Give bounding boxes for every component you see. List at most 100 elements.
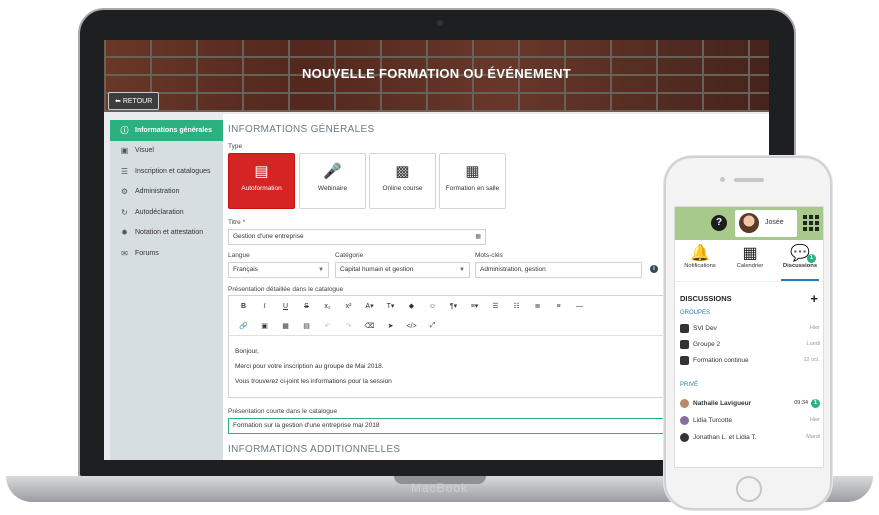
- sidebar-item-self-declaration[interactable]: ↻ Autodéclaration: [110, 202, 223, 223]
- microphone-icon: 🎤: [323, 163, 342, 180]
- apps-grid-icon[interactable]: [803, 215, 819, 231]
- fullscreen-icon[interactable]: ⤢: [422, 322, 443, 330]
- contact-time: Hier: [809, 417, 820, 423]
- sidebar-item-administration[interactable]: ⚙ Administration: [110, 182, 223, 203]
- settings-sidebar: ⓘ Informations générales ▣ Visuel ☰ Insc…: [110, 120, 229, 460]
- type-card-label: Online course: [382, 185, 423, 192]
- sidebar-item-forums[interactable]: ✉ Forums: [110, 243, 223, 264]
- eraser-icon[interactable]: ⌫: [359, 322, 380, 330]
- unordered-list-icon[interactable]: ☷: [506, 302, 527, 310]
- sidebar-item-general[interactable]: ⓘ Informations générales: [110, 120, 229, 141]
- contact-name: Nathalie Lavigueur: [693, 399, 752, 407]
- list-item[interactable]: Nathalie Lavigueur 09:34 1: [680, 396, 820, 410]
- underline-button[interactable]: U: [275, 303, 296, 310]
- chevron-down-icon: ▼: [318, 267, 324, 273]
- strikethrough-button[interactable]: S: [296, 303, 317, 310]
- add-discussion-button[interactable]: +: [810, 291, 818, 306]
- monitor-user-icon: ▩: [395, 163, 410, 180]
- ordered-list-icon[interactable]: ☰: [485, 302, 506, 310]
- indent-icon[interactable]: ≡: [548, 303, 569, 310]
- back-label: RETOUR: [122, 98, 153, 105]
- home-button[interactable]: [736, 476, 762, 502]
- calculator-icon: ▦: [475, 234, 481, 240]
- tab-calendar[interactable]: ▦ Calendrier: [727, 242, 773, 281]
- image-icon: ▣: [120, 146, 129, 156]
- highlight-icon[interactable]: ◆: [401, 302, 422, 310]
- list-item[interactable]: Lidia Turcotte Hier: [680, 413, 820, 427]
- short-presentation-label: Présentation courte dans le catalogue: [228, 408, 338, 415]
- font-color-dropdown[interactable]: A▾: [359, 302, 380, 310]
- people-icon: [680, 432, 689, 442]
- camera-dot: [437, 20, 443, 26]
- horizontal-rule-icon[interactable]: —: [569, 303, 590, 310]
- list-item[interactable]: Groupe 2 Lundi: [680, 337, 820, 351]
- page-title: NOUVELLE FORMATION OU ÉVÉNEMENT: [301, 66, 572, 81]
- sidebar-item-visual[interactable]: ▣ Visuel: [110, 141, 223, 162]
- type-webinar[interactable]: 🎤 Webinaire: [299, 153, 366, 209]
- gear-icon: ⚙: [120, 187, 129, 197]
- phone-frame: ? Josée 🔔 Notifications ▦ Calendrier 💬 1…: [664, 156, 832, 510]
- detailed-presentation-label: Présentation détaillée dans le catalogue: [228, 286, 344, 293]
- sidebar-item-grading[interactable]: ✹ Notation et attestation: [110, 223, 223, 244]
- info-icon: ⓘ: [120, 125, 129, 135]
- info-icon[interactable]: i: [650, 265, 658, 273]
- italic-button[interactable]: I: [254, 303, 275, 310]
- back-button[interactable]: ⬅ RETOUR: [108, 92, 160, 110]
- category-select[interactable]: Capital humain et gestion ▼: [335, 262, 470, 278]
- tab-label: Notifications: [684, 263, 716, 269]
- chevron-down-icon: ▼: [459, 267, 465, 273]
- redo-icon[interactable]: ↷: [338, 322, 359, 330]
- type-autoformation[interactable]: ▤ Autoformation: [228, 153, 295, 209]
- subscript-button[interactable]: x₂: [317, 303, 338, 310]
- emoji-icon[interactable]: ☺: [422, 303, 443, 310]
- contact-name: Lidia Turcotte: [693, 416, 733, 424]
- tab-notifications[interactable]: 🔔 Notifications: [677, 242, 723, 281]
- contact-time: Mardi: [806, 434, 820, 440]
- undo-icon[interactable]: ↶: [317, 322, 338, 330]
- type-classroom[interactable]: ▦ Formation en salle: [439, 153, 506, 209]
- language-label: Langue: [228, 252, 250, 259]
- discussions-title: DISCUSSIONS: [680, 294, 732, 303]
- group-chat-icon: [680, 355, 689, 365]
- link-icon[interactable]: 🔗: [233, 322, 254, 330]
- bold-button[interactable]: B: [233, 303, 254, 310]
- list-item[interactable]: Formation continue 12 oct.: [680, 353, 820, 367]
- type-online-course[interactable]: ▩ Online course: [369, 153, 436, 209]
- stage: NOUVELLE FORMATION OU ÉVÉNEMENT ⬅ RETOUR…: [0, 0, 879, 515]
- code-view-icon[interactable]: </>: [401, 323, 422, 330]
- list-item[interactable]: Jonathan L. et Lidia T. Mardi: [680, 430, 820, 444]
- keywords-input[interactable]: Administration, gestion: [475, 262, 642, 278]
- contact-time: 09:34: [794, 400, 808, 406]
- language-select[interactable]: Français ▼: [228, 262, 329, 278]
- list-icon: ☰: [120, 166, 129, 176]
- title-input[interactable]: Gestion d'une entreprise ▦: [228, 229, 486, 245]
- calendar-icon: ▦: [742, 245, 758, 262]
- group-chat-icon: [680, 339, 689, 349]
- align-dropdown[interactable]: ≡▾: [464, 302, 485, 310]
- chat-bubbles-icon: 💬: [790, 245, 810, 262]
- keywords-label: Mots-clés: [475, 252, 503, 259]
- list-item[interactable]: SVI Dev Hier: [680, 321, 820, 335]
- tab-discussions[interactable]: 💬 1 Discussions: [777, 242, 823, 281]
- help-icon[interactable]: ?: [711, 215, 727, 231]
- superscript-button[interactable]: x²: [338, 303, 359, 310]
- sidebar-item-label: Forums: [135, 249, 159, 257]
- sidebar-item-label: Notation et attestation: [135, 229, 204, 237]
- section-title-general: INFORMATIONS GÉNÉRALES: [228, 124, 375, 135]
- type-card-label: Autoformation: [241, 185, 282, 192]
- sidebar-item-registration[interactable]: ☰ Inscription et catalogues: [110, 161, 223, 182]
- user-menu[interactable]: Josée: [735, 210, 797, 237]
- category-select-value: Capital humain et gestion: [340, 266, 414, 273]
- phone-header: ? Josée: [675, 207, 823, 240]
- cursor-icon[interactable]: ➤: [380, 322, 401, 330]
- computer-user-icon: ▤: [254, 163, 269, 180]
- paragraph-dropdown[interactable]: ¶▾: [443, 302, 464, 310]
- avatar: [680, 415, 689, 425]
- font-size-dropdown[interactable]: T▾: [380, 302, 401, 310]
- video-icon[interactable]: ▦: [275, 322, 296, 330]
- outdent-icon[interactable]: ≣: [527, 302, 548, 310]
- avatar: [739, 213, 759, 233]
- image-icon[interactable]: ▣: [254, 322, 275, 330]
- phone-speaker: [734, 178, 764, 182]
- table-icon[interactable]: ▤: [296, 322, 317, 330]
